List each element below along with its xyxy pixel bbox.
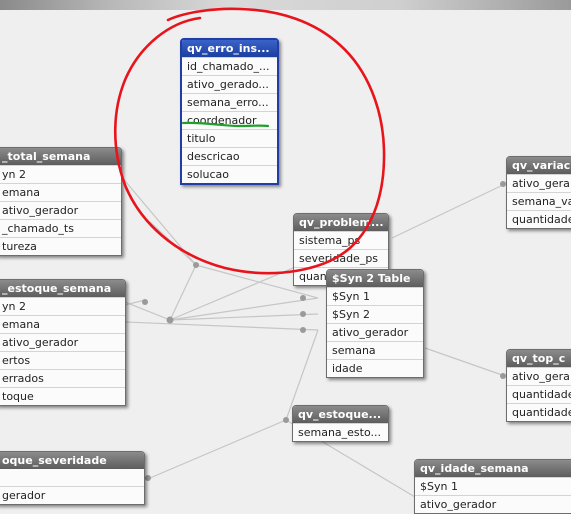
table-field[interactable]: coordenador bbox=[182, 111, 277, 129]
table-estoque-severidade[interactable]: oque_severidade - gerador bbox=[0, 451, 145, 505]
table-field[interactable]: ativo_gerado... bbox=[182, 75, 277, 93]
table-estoque-semana[interactable]: _estoque_semana yn 2 emana ativo_gerador… bbox=[0, 279, 126, 406]
link-line bbox=[424, 347, 506, 377]
table-field[interactable]: severidade_ps bbox=[294, 249, 388, 267]
link-line bbox=[391, 183, 506, 239]
table-header[interactable]: $Syn 2 Table bbox=[327, 270, 423, 287]
table-header[interactable]: qv_top_c bbox=[507, 350, 571, 367]
table-field[interactable]: quantidade bbox=[507, 403, 571, 421]
link-node bbox=[142, 299, 148, 305]
table-field[interactable]: $Syn 1 bbox=[327, 287, 423, 305]
link-line bbox=[124, 299, 146, 306]
table-field[interactable]: yn 2 bbox=[0, 165, 121, 183]
table-field[interactable]: ertos bbox=[0, 351, 125, 369]
table-field: - bbox=[0, 469, 144, 486]
table-header[interactable]: oque_severidade bbox=[0, 452, 144, 469]
table-field[interactable]: gerador bbox=[0, 486, 144, 504]
table-header[interactable]: qv_estoque... bbox=[293, 406, 388, 423]
table-field[interactable]: quantidade bbox=[507, 210, 571, 228]
link-node bbox=[166, 316, 174, 324]
table-qv-estoque[interactable]: qv_estoque... semana_esto... bbox=[292, 405, 389, 442]
table-field[interactable]: quantidade bbox=[507, 385, 571, 403]
table-field[interactable]: sistema_ps bbox=[294, 231, 388, 249]
table-field[interactable]: ativo_gera bbox=[507, 367, 571, 385]
table-qv-variac[interactable]: qv_variac ativo_gera semana_va quantidad… bbox=[506, 156, 571, 229]
link-node bbox=[300, 327, 306, 333]
table-header[interactable]: _total_semana bbox=[0, 148, 121, 165]
table-header[interactable]: qv_idade_semana bbox=[415, 460, 571, 477]
link-line bbox=[169, 264, 301, 321]
table-field[interactable]: semana_erro... bbox=[182, 93, 277, 111]
table-field[interactable]: yn 2 bbox=[0, 297, 125, 315]
table-field[interactable]: tureza bbox=[0, 237, 121, 255]
table-field[interactable]: _chamado_ts bbox=[0, 219, 121, 237]
table-field[interactable]: solucao bbox=[182, 165, 277, 183]
link-node bbox=[300, 295, 306, 301]
table-field[interactable]: descricao bbox=[182, 147, 277, 165]
table-header[interactable]: qv_problem... bbox=[294, 214, 388, 231]
link-node bbox=[145, 475, 151, 481]
link-line bbox=[149, 221, 197, 266]
table-syn-2[interactable]: $Syn 2 Table $Syn 1 $Syn 2 ativo_gerador… bbox=[326, 269, 424, 378]
table-field[interactable]: $Syn 1 bbox=[415, 477, 571, 495]
table-field[interactable]: toque bbox=[0, 387, 125, 405]
table-qv-erro[interactable]: qv_erro_ins... id_chamado_... ativo_gera… bbox=[180, 38, 279, 185]
table-field[interactable]: errados bbox=[0, 369, 125, 387]
link-line bbox=[169, 264, 197, 321]
table-field[interactable]: titulo bbox=[182, 129, 277, 147]
table-field[interactable]: emana bbox=[0, 315, 125, 333]
link-line bbox=[124, 301, 171, 321]
table-field[interactable]: ativo_gerador bbox=[0, 201, 121, 219]
table-field[interactable]: semana bbox=[327, 341, 423, 359]
table-field[interactable]: semana_esto... bbox=[293, 423, 388, 441]
link-node bbox=[193, 262, 199, 268]
table-field[interactable]: ativo_gera bbox=[507, 174, 571, 192]
table-field[interactable]: ativo_gerador bbox=[327, 323, 423, 341]
table-field[interactable]: id_chamado_... bbox=[182, 57, 277, 75]
table-field[interactable]: ativo_gerador bbox=[0, 333, 125, 351]
link-line bbox=[149, 419, 287, 479]
table-total-semana[interactable]: _total_semana yn 2 emana ativo_gerador _… bbox=[0, 147, 122, 256]
link-line bbox=[119, 174, 197, 266]
table-header[interactable]: _estoque_semana bbox=[0, 280, 125, 297]
table-header[interactable]: qv_erro_ins... bbox=[182, 40, 277, 57]
link-node bbox=[300, 311, 306, 317]
table-field[interactable]: semana_va bbox=[507, 192, 571, 210]
table-qv-idade-semana[interactable]: qv_idade_semana $Syn 1 ativo_gerador bbox=[414, 459, 571, 514]
link-node bbox=[283, 417, 289, 423]
table-field[interactable]: ativo_gerador bbox=[415, 495, 571, 513]
table-qv-top[interactable]: qv_top_c ativo_gera quantidade quantidad… bbox=[506, 349, 571, 422]
table-header[interactable]: qv_variac bbox=[507, 157, 571, 174]
table-field[interactable]: emana bbox=[0, 183, 121, 201]
table-field[interactable]: $Syn 2 bbox=[327, 305, 423, 323]
table-field[interactable]: idade bbox=[327, 359, 423, 377]
link-line bbox=[124, 321, 319, 331]
